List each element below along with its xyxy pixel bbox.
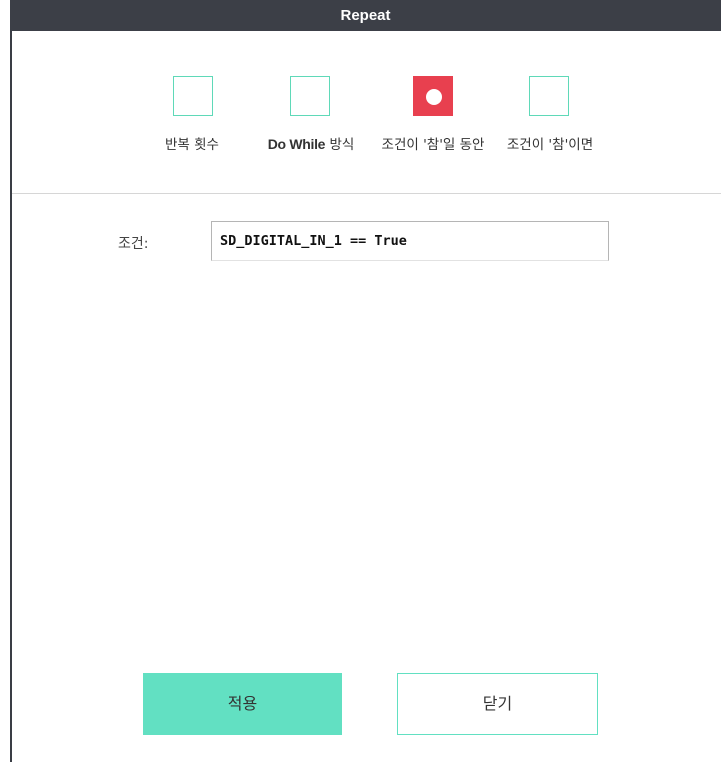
- option-if-true-label: 조건이 '참'이면: [506, 137, 594, 153]
- selected-dot-icon: [426, 89, 442, 105]
- condition-input[interactable]: [211, 221, 609, 261]
- option-while-true-label: 조건이 '참'일 동안: [381, 137, 485, 153]
- condition-label: 조건:: [118, 236, 149, 252]
- close-button[interactable]: 닫기: [397, 673, 598, 735]
- option-do-while-checkbox[interactable]: [290, 76, 330, 116]
- option-if-true-checkbox[interactable]: [529, 76, 569, 116]
- option-count-label: 반복 횟수: [165, 137, 219, 153]
- option-do-while-label: Do While 방식: [267, 136, 355, 153]
- section-divider: [12, 193, 721, 194]
- option-count-checkbox[interactable]: [173, 76, 213, 116]
- option-while-true-checkbox[interactable]: [413, 76, 453, 116]
- repeat-type-options: 반복 횟수 Do While 방식 조건이 '참'일 동안 조건이 '참'이면: [0, 0, 721, 195]
- apply-button[interactable]: 적용: [143, 673, 342, 735]
